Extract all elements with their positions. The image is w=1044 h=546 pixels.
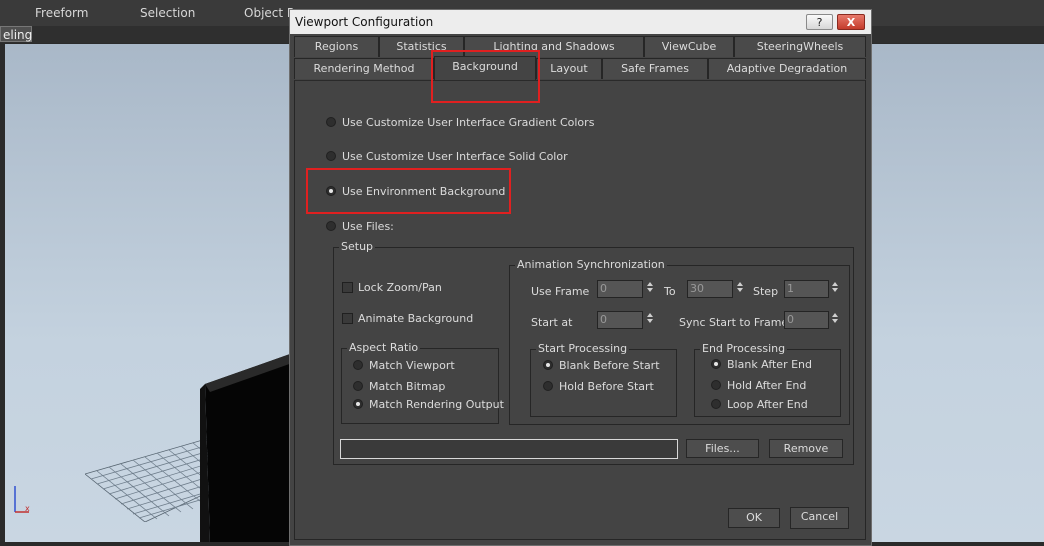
radio-solid-color[interactable] — [326, 151, 336, 161]
ok-button[interactable]: OK — [728, 508, 780, 528]
help-button[interactable]: ? — [806, 14, 833, 30]
to-spinner[interactable]: 30 — [687, 280, 747, 298]
label-hold-after-end: Hold After End — [727, 379, 807, 392]
label-hold-before-start: Hold Before Start — [559, 380, 654, 393]
menu-freeform[interactable]: Freeform — [35, 6, 88, 20]
step-arrows[interactable] — [830, 280, 840, 298]
label-gradient-colors: Use Customize User Interface Gradient Co… — [342, 116, 595, 129]
to-label: To — [664, 285, 676, 298]
sync-start-value[interactable]: 0 — [784, 311, 829, 329]
highlight-environment-background — [306, 168, 511, 214]
label-match-rendering-output: Match Rendering Output — [369, 398, 504, 411]
aspect-ratio-legend: Aspect Ratio — [347, 341, 421, 354]
axis-tripod: x — [14, 486, 30, 513]
radio-blank-after-end[interactable] — [711, 359, 721, 369]
menu-selection[interactable]: Selection — [140, 6, 195, 20]
lock-zoom-pan-checkbox[interactable] — [342, 282, 353, 293]
use-frame-value[interactable]: 0 — [597, 280, 643, 298]
tab-rendering-method[interactable]: Rendering Method — [294, 58, 434, 79]
dialog-title: Viewport Configuration — [295, 15, 434, 29]
use-frame-label: Use Frame — [531, 285, 590, 298]
radio-gradient-colors[interactable] — [326, 117, 336, 127]
label-solid-color: Use Customize User Interface Solid Color — [342, 150, 568, 163]
menu-object-paint[interactable]: Object P — [244, 6, 294, 20]
svg-text:x: x — [25, 504, 30, 513]
animation-sync-legend: Animation Synchronization — [515, 258, 667, 271]
start-at-spinner[interactable]: 0 — [597, 311, 657, 329]
radio-blank-before-start[interactable] — [543, 360, 553, 370]
modeling-tab[interactable]: eling — [0, 26, 32, 42]
animate-background-label: Animate Background — [358, 312, 474, 325]
lock-zoom-pan-label: Lock Zoom/Pan — [358, 281, 442, 294]
label-match-viewport: Match Viewport — [369, 359, 455, 372]
file-path-field[interactable] — [340, 439, 678, 459]
sync-start-label: Sync Start to Frame — [679, 316, 789, 329]
tab-layout[interactable]: Layout — [536, 58, 602, 79]
label-loop-after-end: Loop After End — [727, 398, 808, 411]
highlight-background-tab — [431, 50, 540, 103]
tab-adaptive-degradation[interactable]: Adaptive Degradation — [708, 58, 866, 79]
radio-match-viewport[interactable] — [353, 360, 363, 370]
label-use-files: Use Files: — [342, 220, 394, 233]
step-spinner[interactable]: 1 — [784, 280, 842, 298]
start-at-label: Start at — [531, 316, 573, 329]
radio-hold-after-end[interactable] — [711, 380, 721, 390]
use-frame-arrows[interactable] — [645, 280, 655, 298]
tab-viewcube[interactable]: ViewCube — [644, 36, 734, 57]
start-at-arrows[interactable] — [645, 311, 655, 329]
tab-steeringwheels[interactable]: SteeringWheels — [734, 36, 866, 57]
label-blank-after-end: Blank After End — [727, 358, 812, 371]
to-value[interactable]: 30 — [687, 280, 733, 298]
setup-legend: Setup — [339, 240, 376, 253]
radio-match-bitmap[interactable] — [353, 381, 363, 391]
step-value[interactable]: 1 — [784, 280, 829, 298]
dialog-titlebar[interactable]: Viewport Configuration ? X — [290, 10, 871, 34]
sync-start-arrows[interactable] — [830, 311, 840, 329]
label-blank-before-start: Blank Before Start — [559, 359, 660, 372]
start-processing-legend: Start Processing — [536, 342, 630, 355]
step-label: Step — [753, 285, 779, 298]
animate-background-checkbox[interactable] — [342, 313, 353, 324]
radio-use-files[interactable] — [326, 221, 336, 231]
to-arrows[interactable] — [735, 280, 745, 298]
remove-button[interactable]: Remove — [769, 439, 843, 458]
tab-safe-frames[interactable]: Safe Frames — [602, 58, 708, 79]
close-button[interactable]: X — [837, 14, 865, 30]
radio-loop-after-end[interactable] — [711, 399, 721, 409]
box-object[interactable] — [200, 344, 300, 542]
start-at-value[interactable]: 0 — [597, 311, 643, 329]
use-frame-spinner[interactable]: 0 — [597, 280, 657, 298]
radio-hold-before-start[interactable] — [543, 381, 553, 391]
radio-match-rendering-output[interactable] — [353, 399, 363, 409]
files-button[interactable]: Files... — [686, 439, 759, 458]
sync-start-spinner[interactable]: 0 — [784, 311, 842, 329]
label-match-bitmap: Match Bitmap — [369, 380, 446, 393]
viewport-configuration-dialog: Viewport Configuration ? X Regions Stati… — [289, 9, 872, 546]
tab-regions[interactable]: Regions — [294, 36, 379, 57]
end-processing-legend: End Processing — [700, 342, 788, 355]
cancel-button[interactable]: Cancel — [790, 507, 849, 529]
